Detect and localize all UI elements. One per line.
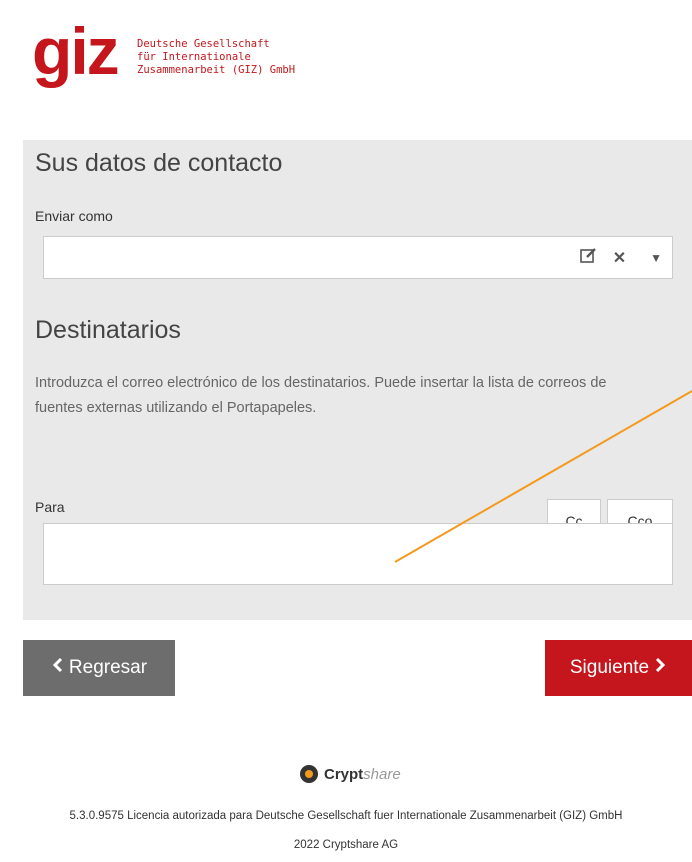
select-icons: ✕ ▼ — [579, 247, 662, 269]
cryptshare-brand-suffix: share — [363, 765, 401, 783]
close-icon[interactable]: ✕ — [613, 248, 626, 268]
next-label: Siguiente — [569, 657, 650, 678]
recipients-title: Destinatarios — [35, 316, 181, 344]
giz-logo-text: Deutsche Gesellschaft für Internationale… — [137, 38, 295, 77]
logo-line-2: für Internationale — [137, 51, 251, 63]
send-as-select[interactable]: ✕ ▼ — [43, 236, 673, 279]
license-text: 5.3.0.9575 Licencia autorizada para Deut… — [69, 810, 623, 822]
to-label: Para — [35, 499, 65, 515]
logo-line-1: Deutsche Gesellschaft — [137, 38, 270, 50]
logo-line-3: Zusammenarbeit (GIZ) GmbH — [137, 64, 296, 76]
contact-title: Sus datos de contacto — [35, 149, 283, 177]
chevron-right-icon — [655, 657, 667, 679]
back-label: Regresar — [68, 657, 148, 678]
recipients-description: Introduzca el correo electrónico de los … — [35, 375, 607, 416]
chevron-left-icon — [51, 657, 63, 679]
cryptshare-logo: Crypt share — [300, 765, 401, 783]
header: giz Deutsche Gesellschaft für Internatio… — [0, 0, 692, 125]
edit-icon[interactable] — [579, 247, 597, 269]
cryptshare-logo-icon — [300, 765, 318, 783]
next-button[interactable]: Siguiente — [545, 640, 692, 696]
chevron-down-icon[interactable]: ▼ — [650, 251, 662, 265]
copyright-text: 2022 Cryptshare AG — [293, 839, 399, 851]
cryptshare-brand-main: Crypt — [324, 765, 364, 783]
to-input[interactable] — [43, 523, 673, 585]
giz-logo: giz — [32, 14, 120, 88]
send-as-label: Enviar como — [35, 208, 113, 224]
back-button[interactable]: Regresar — [23, 640, 175, 696]
